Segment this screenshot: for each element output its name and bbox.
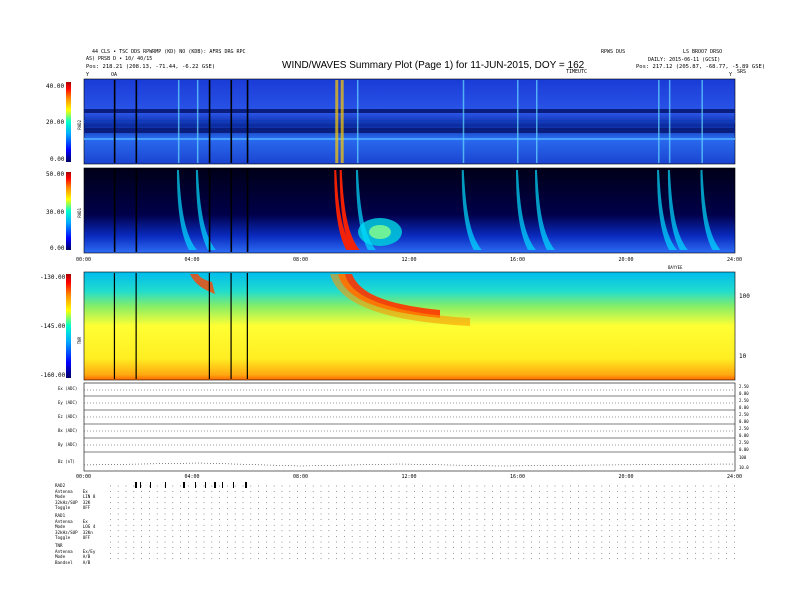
rad2-burst-3: [340, 80, 344, 163]
rad1-gap-2: [208, 169, 211, 252]
time-tick: 00:00: [76, 474, 92, 480]
tnr-gap-0: [113, 273, 116, 379]
time-tick: 04:00: [184, 257, 200, 263]
rad2-panel: [83, 78, 736, 165]
rad2-burst-10: [701, 80, 703, 163]
hk-activity: [135, 482, 247, 488]
time-tick: 04:00: [184, 474, 200, 480]
summary-plot: [66, 78, 736, 560]
ez-tick-top: 2.50: [739, 412, 749, 417]
tnr-panel: [83, 271, 736, 381]
rad2-gap-1: [135, 80, 138, 163]
rad1-tick-mid: 30.00: [46, 209, 65, 216]
rad2-tick-bot: 0.00: [50, 156, 65, 163]
time-tick: 24:00: [727, 257, 743, 263]
ey-tick-bot: 0.00: [739, 405, 749, 410]
rad2-burst-9: [668, 80, 671, 163]
rad2-tick-top: 40.00: [46, 83, 65, 90]
bz-tick-top: 100: [739, 455, 747, 460]
time-tick: 16:00: [510, 474, 526, 480]
ex-label: Ex (ADC): [58, 386, 78, 391]
ex-tick-top: 2.50: [739, 384, 749, 389]
rad1-tick-bot: 0.00: [50, 245, 65, 252]
rad1-label: RAD1: [77, 208, 82, 218]
tnr-right-tick-top: 100: [739, 293, 750, 300]
tnr-right-caption: BAYYEE: [668, 265, 683, 270]
bx-tick-bot: 0.00: [739, 433, 749, 438]
rad2-colorbar: [66, 82, 71, 162]
time-tick: 12:00: [401, 257, 417, 263]
rad2-gap-0: [113, 80, 116, 163]
tnr-gap-2: [208, 273, 210, 379]
rad2-burst-5: [462, 80, 465, 163]
ey-tick-top: 2.50: [739, 398, 749, 403]
time-tick: 12:00: [401, 474, 417, 480]
tnr-gap-1: [135, 273, 137, 379]
rad2-burst-6: [517, 80, 519, 163]
ez-tick-bot: 0.00: [739, 419, 749, 424]
bz-label: Bz (nT): [58, 459, 75, 464]
rad1-colorbar: [66, 172, 71, 250]
by-tick-top: 2.50: [739, 440, 749, 445]
rad2-burst-0: [177, 80, 180, 163]
rad2-burst-7: [535, 80, 538, 163]
rad2-burst-1: [196, 80, 199, 163]
bx-label: Bx (ADC): [58, 428, 78, 433]
rad2-tick-mid: 20.00: [46, 119, 65, 126]
rad2-band-3: [84, 128, 735, 133]
tnr-colorbar: [66, 274, 71, 378]
rad1-gap-4: [246, 169, 249, 252]
scalar-panels: [83, 382, 736, 472]
ez-label: Ez (ADC): [58, 414, 78, 419]
time-tick: 08:00: [293, 257, 309, 263]
bx-tick-top: 2.50: [739, 426, 749, 431]
scalar-traces: [83, 389, 736, 467]
time-tick: 20:00: [618, 257, 634, 263]
tnr-gap-3: [230, 273, 232, 379]
time-tick: 24:00: [727, 474, 743, 480]
tnr-right-tick-bot: 10: [739, 353, 747, 360]
hk-rad1: RAD1 Antenna Ex Mode LOG 4 32kHz/SUP 32K…: [55, 513, 96, 541]
rad2-band-2: [84, 120, 735, 123]
rad1-gap-1: [135, 169, 138, 252]
tnr-label: TNR: [77, 337, 82, 345]
by-tick-bot: 0.00: [739, 447, 749, 452]
rad1-gap-3: [230, 169, 233, 252]
hk-grid: [110, 485, 735, 560]
ex-tick-bot: 0.00: [739, 391, 749, 396]
tnr-tick-mid: -145.00: [40, 323, 66, 330]
rad2-burst-2: [335, 80, 339, 163]
rad2-burst-8: [658, 80, 660, 163]
rad2-gap-4: [246, 80, 249, 163]
rad1-tick-top: 50.00: [46, 171, 65, 178]
time-tick: 20:00: [618, 474, 634, 480]
time-tick: 16:00: [510, 257, 526, 263]
rad2-label: RAD2: [77, 120, 82, 130]
rad2-gap-3: [230, 80, 233, 163]
tnr-gap-4: [246, 273, 248, 379]
time-tick: 00:00: [76, 257, 92, 263]
by-label: By (ADC): [58, 442, 78, 447]
hk-tnr: TNR Antenna Ex/Ey Mode A/B Bandsel A/B: [55, 543, 96, 565]
rad2-gap-2: [208, 80, 211, 163]
rad2-burst-4: [356, 80, 359, 163]
time-tick: 08:00: [293, 474, 309, 480]
rad2-band-4: [84, 138, 735, 140]
bz-tick-bot: 10.0: [739, 465, 749, 470]
rad2-band-1: [84, 109, 735, 113]
tnr-tick-top: -130.00: [40, 274, 66, 281]
tnr-tick-bot: -160.00: [40, 372, 66, 379]
rad1-gap-0: [113, 169, 116, 252]
hk-rad2: RAD2 Antenna Ex Mode LIN 8 32kHz/SUP 32K…: [55, 483, 96, 511]
ey-label: Ey (ADC): [58, 400, 78, 405]
